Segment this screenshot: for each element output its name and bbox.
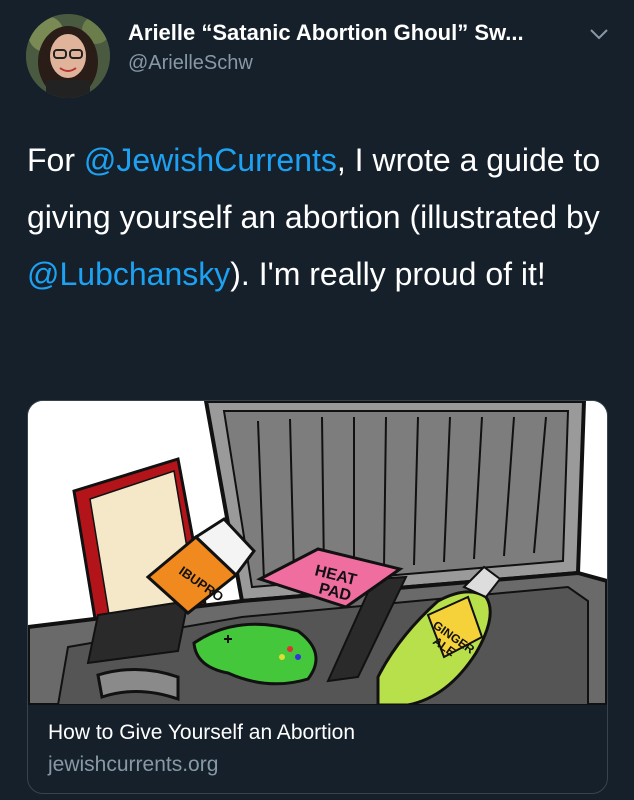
suitcase-illustration: IBUPRO HEAT PAD GINGER ALE xyxy=(28,401,607,707)
chevron-down-icon[interactable] xyxy=(588,26,610,42)
avatar[interactable] xyxy=(26,14,110,98)
mention-link[interactable]: @JewishCurrents xyxy=(84,142,337,178)
mention-link[interactable]: @Lubchansky xyxy=(27,256,230,292)
tweet-text-part: For xyxy=(27,142,84,178)
avatar-photo xyxy=(26,14,110,98)
card-image: IBUPRO HEAT PAD GINGER ALE xyxy=(28,401,607,707)
card-domain[interactable]: jewishcurrents.org xyxy=(48,753,218,777)
author-name[interactable]: Arielle “Satanic Abortion Ghoul” Sw... xyxy=(128,20,524,46)
author-handle[interactable]: @ArielleSchw xyxy=(128,52,253,75)
tweet-text-part: ). I'm really proud of it! xyxy=(230,256,546,292)
card-title[interactable]: How to Give Yourself an Abortion xyxy=(48,721,355,745)
link-card[interactable]: IBUPRO HEAT PAD GINGER ALE How to Give Y… xyxy=(27,400,608,794)
tweet-text: For @JewishCurrents, I wrote a guide to … xyxy=(27,132,617,303)
